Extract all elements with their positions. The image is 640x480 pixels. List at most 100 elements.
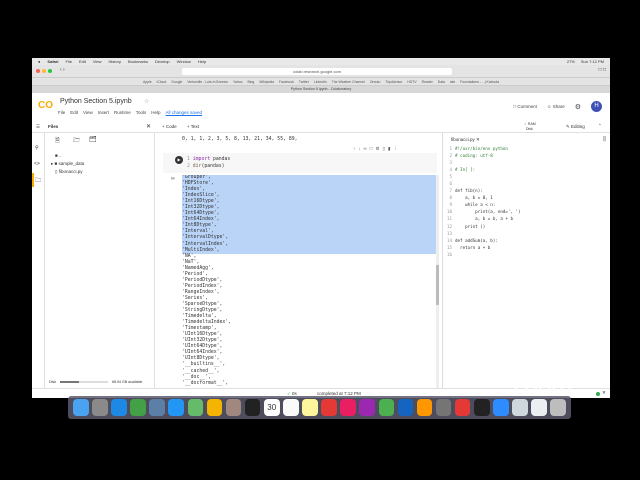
bookmark[interactable]: Google (171, 80, 182, 84)
comment-button[interactable]: □ Comment (513, 104, 536, 109)
menu-edit[interactable]: Edit (70, 110, 78, 115)
cell-output[interactable]: 'Grouper', 'HDFStore', 'Index', 'IndexSlice… (182, 175, 436, 388)
editor-tab[interactable]: fibonacci.py ✕ (451, 137, 480, 143)
code-snippets-icon[interactable]: <> (34, 161, 40, 167)
dock-calendar-icon[interactable]: 30 (263, 399, 280, 416)
share-button[interactable]: ☺ Share (547, 104, 565, 109)
bookmark[interactable]: Twitter (299, 80, 309, 84)
mount-drive-icon[interactable]: 🗂 (89, 136, 97, 143)
colab-logo[interactable]: CO (38, 100, 53, 111)
menu-history[interactable]: History (109, 59, 121, 64)
add-code-button[interactable]: + Code (162, 124, 177, 129)
resources-indicator[interactable]: ✓ RAM Disk (524, 122, 536, 131)
menu-develop[interactable]: Develop (155, 59, 170, 64)
bookmark[interactable]: Apple (143, 80, 152, 84)
bookmark[interactable]: Wikipedia (259, 80, 274, 84)
menu-help[interactable]: Help (151, 110, 160, 115)
bookmark[interactable]: Data (438, 80, 445, 84)
move-down-icon[interactable]: ↓ (358, 146, 360, 152)
bookmark[interactable]: Facebook (279, 80, 294, 84)
dock-pages-icon[interactable] (416, 399, 433, 416)
dock-numbers-icon[interactable] (378, 399, 395, 416)
close-tab-icon[interactable]: ✕ (476, 137, 480, 142)
dock-notes-icon[interactable] (302, 399, 318, 416)
clock[interactable]: Sun 7:12 PM (581, 59, 604, 64)
gear-icon[interactable]: ⚙ (575, 103, 581, 111)
browser-tab[interactable]: Python Section 5.ipynb - Colaboratory (32, 86, 610, 93)
bookmark[interactable]: site (450, 80, 455, 84)
output-scrollbar[interactable] (436, 175, 439, 388)
dock-preview-icon[interactable] (149, 399, 165, 416)
dock-safari-icon[interactable] (111, 399, 127, 416)
cell-code[interactable]: 1 import pandas 2 dir(pandas) (187, 156, 230, 170)
minimize-window-button[interactable] (42, 69, 46, 73)
close-window-button[interactable] (36, 69, 40, 73)
dock-finder-icon[interactable] (73, 399, 89, 416)
bookmark[interactable]: iCloud (157, 80, 167, 84)
output-icon[interactable]: ⇰ (171, 176, 175, 182)
dock-apple-tv-icon[interactable] (244, 399, 261, 416)
bookmark[interactable]: Vertomille - Lots-In Bonnes (187, 80, 228, 84)
avatar[interactable]: H (591, 101, 602, 112)
dock-reminders-icon[interactable] (283, 399, 299, 416)
back-forward-icon[interactable]: ‹ › (60, 67, 65, 73)
menu-view[interactable]: View (93, 59, 102, 64)
menu-insert[interactable]: Insert (98, 110, 109, 115)
close-status-icon[interactable]: ✕ (602, 390, 606, 396)
bookmark[interactable]: LinkedIn (314, 80, 327, 84)
dock-script-icon[interactable] (512, 399, 528, 416)
dock-messages-icon[interactable] (168, 399, 185, 416)
menu-view[interactable]: View (83, 110, 93, 115)
dock-notes-book-icon[interactable] (225, 399, 242, 416)
refresh-folder-icon[interactable]: 🗁 (73, 136, 80, 146)
bookmark[interactable]: Zenutu (370, 80, 381, 84)
settings-icon[interactable]: ⚙ (375, 146, 379, 152)
upload-icon[interactable]: 🗎 (55, 136, 60, 146)
dock-facetime-icon[interactable] (130, 399, 146, 416)
add-text-button[interactable]: + Text (187, 124, 199, 129)
move-up-icon[interactable]: ↑ (353, 146, 355, 152)
bookmark[interactable]: Yahoo (233, 80, 243, 84)
dock-music-icon[interactable] (340, 399, 356, 416)
menu-edit[interactable]: Edit (79, 59, 86, 64)
file-item-parent[interactable]: ■ .. (55, 153, 61, 158)
columns-icon[interactable]: ‖ (603, 136, 606, 142)
menu-file[interactable]: File (66, 59, 72, 64)
dock-trash-icon[interactable] (550, 399, 566, 416)
dock-system-preferences-icon[interactable] (435, 399, 452, 416)
star-icon[interactable]: ☆ (144, 98, 149, 105)
menu-bookmarks[interactable]: Bookmarks (128, 59, 148, 64)
menu-tools[interactable]: Tools (136, 110, 147, 115)
share-tabs-icon[interactable]: □ □ (599, 67, 606, 73)
dock-terminal-icon[interactable] (473, 399, 490, 416)
menu-window[interactable]: Window (177, 59, 191, 64)
menu-help[interactable]: Help (198, 59, 206, 64)
dock-keynote-icon[interactable] (397, 399, 414, 416)
dock-photos-icon[interactable] (206, 399, 223, 416)
close-panel-icon[interactable]: ✕ (146, 123, 151, 130)
link-icon[interactable]: ∞ (364, 146, 367, 152)
folder-icon[interactable]: 🗀 (35, 176, 41, 186)
editing-button[interactable]: ✎ Editing (566, 124, 585, 130)
dock-parallels-icon[interactable] (321, 399, 337, 416)
apple-icon[interactable]: ● (38, 59, 40, 64)
mirror-icon[interactable]: ▯ (382, 146, 384, 152)
comment-icon[interactable]: □ (370, 146, 373, 152)
save-status[interactable]: All changes saved (166, 110, 203, 115)
file-item-sample-data[interactable]: ▸ ■ sample_data (51, 161, 84, 167)
file-item-fibonacci[interactable]: ▯ fibonacci.py (55, 169, 83, 175)
code-cell[interactable]: ▶ 1 import pandas 2 dir(pandas) (163, 153, 437, 173)
scrollbar-thumb[interactable] (436, 265, 439, 305)
editor-code[interactable]: 1 #!/usr/bin/env python 2 # coding: utf-8 3 4… (443, 145, 609, 258)
bookmark[interactable]: TripAdvisor (385, 80, 402, 84)
run-cell-button[interactable]: ▶ (175, 156, 183, 164)
address-bar[interactable]: colab.research.google.com (182, 68, 452, 75)
dock-maps-icon[interactable] (187, 399, 204, 416)
collapse-icon[interactable]: ⌃ (598, 123, 602, 129)
menu-runtime[interactable]: Runtime (114, 110, 131, 115)
dock-launchpad-icon[interactable] (92, 399, 108, 416)
menu-file[interactable]: File (58, 110, 65, 115)
notebook-title[interactable]: Python Section 5.ipynb (60, 98, 132, 105)
dock-podcasts-icon[interactable] (359, 399, 375, 416)
more-icon[interactable]: ⋮ (393, 146, 398, 152)
